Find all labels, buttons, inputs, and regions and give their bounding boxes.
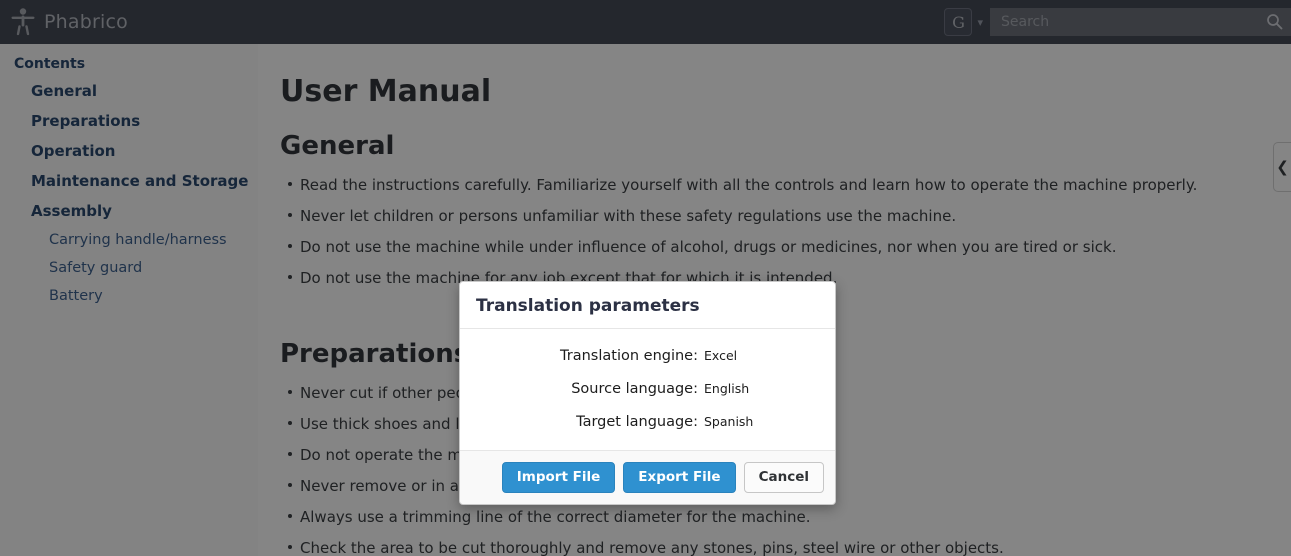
- import-file-button[interactable]: Import File: [501, 462, 616, 493]
- translation-engine-label: Translation engine:: [560, 348, 698, 364]
- translation-engine-value[interactable]: Excel: [704, 348, 737, 363]
- target-language-label: Target language:: [576, 414, 698, 430]
- form-row-source-language: Source language: English: [476, 381, 819, 397]
- translation-parameters-dialog: Translation parameters Translation engin…: [459, 281, 836, 505]
- source-language-value[interactable]: English: [704, 381, 749, 396]
- target-language-value[interactable]: Spanish: [704, 414, 753, 429]
- cancel-button[interactable]: Cancel: [743, 462, 824, 493]
- dialog-header: Translation parameters: [460, 282, 835, 329]
- dialog-title: Translation parameters: [476, 296, 700, 316]
- export-file-button[interactable]: Export File: [623, 462, 736, 493]
- dialog-body: Translation engine: Excel Source languag…: [460, 329, 835, 450]
- dialog-footer: Import File Export File Cancel: [460, 450, 835, 504]
- form-row-target-language: Target language: Spanish: [476, 414, 819, 430]
- form-row-translation-engine: Translation engine: Excel: [476, 348, 819, 364]
- source-language-label: Source language:: [571, 381, 698, 397]
